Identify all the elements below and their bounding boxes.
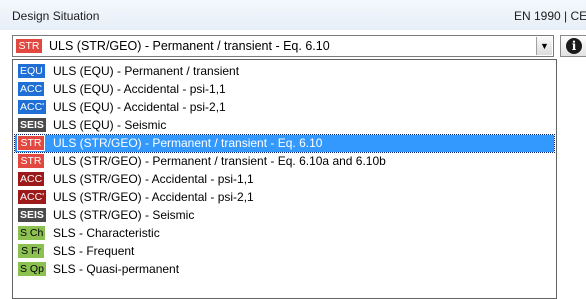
list-item-label: SLS - Quasi-permanent <box>53 262 180 276</box>
info-button[interactable]: i <box>560 35 586 57</box>
list-item[interactable]: ACC' ULS (STR/GEO) - Accidental - psi-2,… <box>15 189 554 206</box>
design-situation-dropdown-list: EQU ULS (EQU) - Permanent / transient AC… <box>12 59 557 299</box>
design-situation-combobox[interactable]: STR ULS (STR/GEO) - Permanent / transien… <box>12 35 554 57</box>
chevron-down-icon[interactable]: ▼ <box>536 37 552 55</box>
item-tag-badge: ACC' <box>18 190 47 204</box>
design-situation-header: Design Situation EN 1990 | CEI <box>0 0 586 30</box>
item-tag-badge: EQU <box>18 64 45 78</box>
standard-label: EN 1990 | CEI <box>514 9 586 23</box>
item-tag-badge: S Ch <box>18 226 46 240</box>
list-item[interactable]: ACC ULS (STR/GEO) - Accidental - psi-1,1 <box>15 171 554 188</box>
list-item-label: SLS - Frequent <box>53 244 135 258</box>
list-item-label: ULS (STR/GEO) - Accidental - psi-2,1 <box>53 190 254 204</box>
list-item-label: ULS (EQU) - Seismic <box>53 118 167 132</box>
item-tag-badge: S Qp <box>18 262 46 276</box>
list-item-label: ULS (EQU) - Permanent / transient <box>53 64 240 78</box>
item-tag-badge: STR <box>18 154 44 168</box>
list-item[interactable]: S Ch SLS - Characteristic <box>15 225 554 242</box>
item-tag-badge: ACC <box>18 172 45 186</box>
info-icon: i <box>566 38 582 54</box>
combo-selected-value: ULS (STR/GEO) - Permanent / transient - … <box>49 39 330 53</box>
list-item[interactable]: SEIS ULS (EQU) - Seismic <box>15 117 554 134</box>
item-tag-badge: S Fr <box>18 244 44 258</box>
list-item[interactable]: ACC' ULS (EQU) - Accidental - psi-2,1 <box>15 99 554 116</box>
combo-tag-badge: STR <box>16 39 42 53</box>
item-tag-badge: SEIS <box>18 118 46 132</box>
list-item[interactable]: ACC ULS (EQU) - Accidental - psi-1,1 <box>15 81 554 98</box>
item-tag-badge: ACC' <box>18 100 47 114</box>
list-item-label: SLS - Characteristic <box>53 226 160 240</box>
item-tag-badge: SEIS <box>18 208 46 222</box>
list-item-label: ULS (STR/GEO) - Seismic <box>53 208 195 222</box>
list-item[interactable]: EQU ULS (EQU) - Permanent / transient <box>15 63 554 80</box>
item-tag-badge: STR <box>17 135 45 151</box>
item-tag-badge: ACC <box>18 82 45 96</box>
section-title: Design Situation <box>12 9 100 23</box>
list-item-label: ULS (STR/GEO) - Permanent / transient - … <box>53 154 386 168</box>
list-item[interactable]: SEIS ULS (STR/GEO) - Seismic <box>15 207 554 224</box>
list-item[interactable]: S Qp SLS - Quasi-permanent <box>15 261 554 278</box>
list-item-label: ULS (STR/GEO) - Accidental - psi-1,1 <box>53 172 254 186</box>
list-item[interactable]: STR ULS (STR/GEO) - Permanent / transien… <box>15 153 554 170</box>
list-item[interactable]: S Fr SLS - Frequent <box>15 243 554 260</box>
list-item-label: ULS (EQU) - Accidental - psi-1,1 <box>53 82 226 96</box>
list-item-label: ULS (EQU) - Accidental - psi-2,1 <box>53 100 226 114</box>
list-item-selected[interactable]: STR ULS (STR/GEO) - Permanent / transien… <box>14 134 555 153</box>
list-item-label: ULS (STR/GEO) - Permanent / transient - … <box>53 136 323 150</box>
